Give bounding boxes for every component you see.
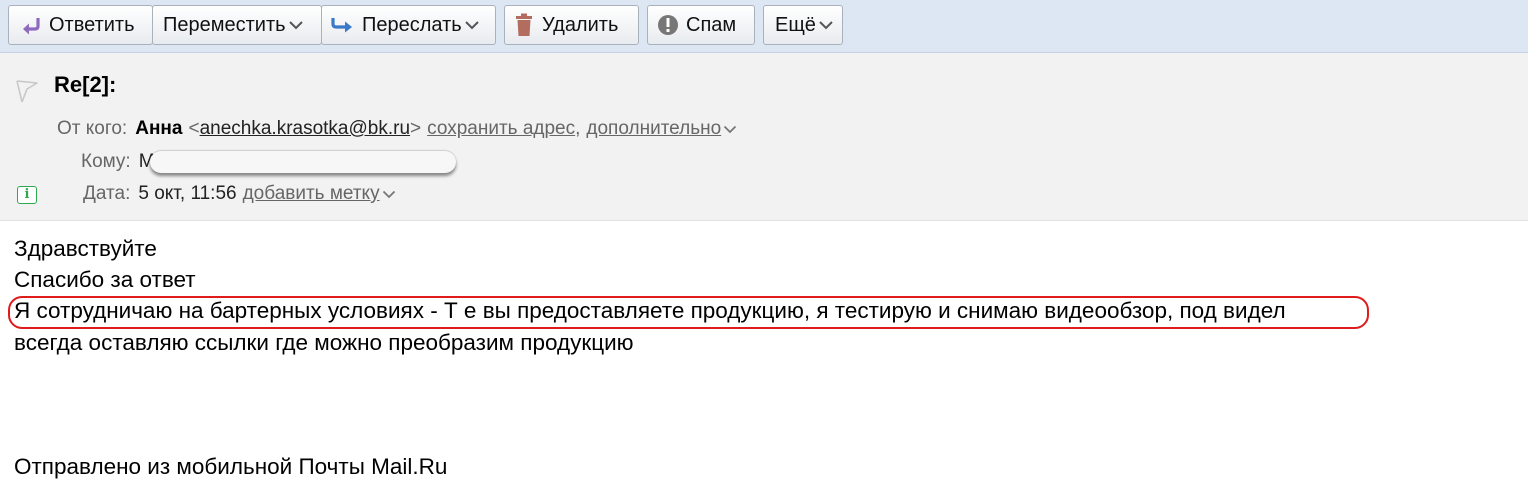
spam-icon: [657, 14, 679, 36]
toolbar: Ответить Переместить Переслать Удалить С…: [0, 0, 1528, 53]
chevron-down-icon[interactable]: [723, 118, 737, 140]
body-line-links: всегда оставляю ссылки где можно преобра…: [14, 330, 634, 355]
highlight-annotation: [8, 296, 1369, 329]
date-label: Дата:: [83, 183, 131, 204]
more-details-link[interactable]: дополнительно: [586, 118, 721, 140]
sender-email[interactable]: anechka.krasotka@bk.ru: [200, 118, 410, 140]
more-label: Ещё: [775, 13, 816, 36]
reply-label: Ответить: [49, 13, 135, 36]
chevron-down-icon[interactable]: [288, 20, 304, 30]
comma-separator: ,: [575, 118, 581, 139]
from-row: От кого: Анна < anechka.krasotka@bk.ru > с…: [57, 118, 737, 140]
to-row: Кому: М: [81, 151, 155, 173]
spam-label: Спам: [686, 13, 737, 36]
email-close-bracket: >: [410, 118, 422, 139]
move-button[interactable]: Переместить: [152, 5, 322, 45]
forward-label: Переслать: [362, 13, 462, 36]
to-label: Кому:: [81, 151, 131, 172]
message-subject: Re[2]:: [54, 72, 117, 97]
delete-label: Удалить: [542, 13, 619, 36]
info-icon[interactable]: i: [17, 186, 37, 204]
chevron-down-icon: [818, 20, 834, 30]
forward-icon: [330, 15, 354, 35]
spam-button[interactable]: Спам: [647, 5, 755, 45]
message-date: 5 окт, 11:56: [138, 183, 237, 204]
delete-button[interactable]: Удалить: [504, 5, 639, 45]
chevron-down-icon[interactable]: [382, 183, 396, 205]
trash-icon: [514, 13, 534, 37]
reply-button[interactable]: Ответить: [8, 5, 153, 45]
forward-button[interactable]: Переслать: [321, 5, 496, 45]
redaction-mark: [150, 151, 456, 173]
body-line-thanks: Спасибо за ответ: [14, 267, 196, 292]
chevron-down-icon[interactable]: [464, 20, 480, 30]
move-label: Переместить: [163, 13, 286, 36]
save-address-link[interactable]: сохранить адрес: [427, 118, 575, 140]
email-open-bracket: <: [188, 118, 200, 139]
reply-icon: [21, 15, 43, 35]
body-line-greeting: Здравствуйте: [14, 236, 157, 261]
body-signature: Отправлено из мобильной Почты Mail.Ru: [14, 454, 448, 479]
more-button[interactable]: Ещё: [763, 5, 843, 45]
flag-icon[interactable]: [14, 77, 40, 108]
from-label: От кого:: [57, 118, 128, 139]
sender-name[interactable]: Анна: [135, 118, 182, 140]
add-label-link[interactable]: добавить метку: [243, 183, 380, 205]
date-row: Дата: 5 окт, 11:56 добавить метку: [83, 183, 396, 205]
